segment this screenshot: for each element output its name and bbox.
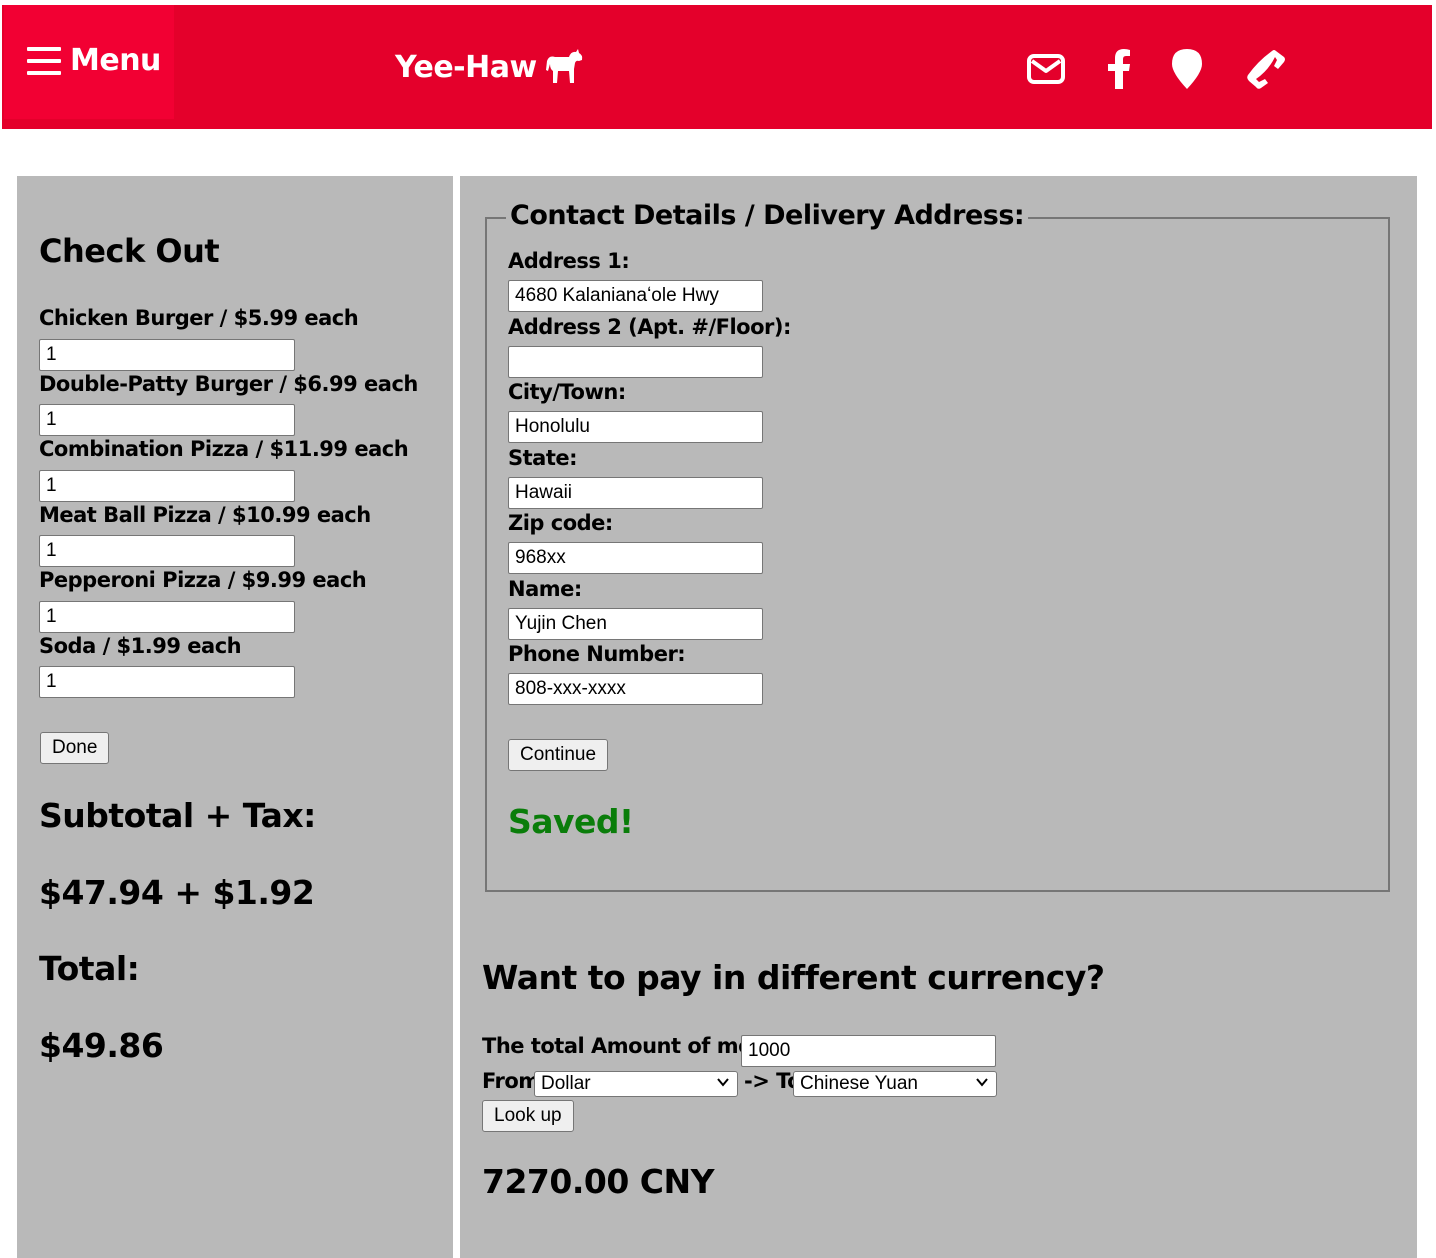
contact-fieldset: Contact Details / Delivery Address: Addr…	[485, 200, 1390, 892]
item-label: Chicken Burger / $5.99 each	[39, 306, 359, 330]
amount-field[interactable]	[741, 1035, 996, 1067]
chevron-down-icon	[717, 1078, 729, 1087]
currency-title: Want to pay in different currency?	[482, 958, 1105, 997]
subtotal-heading: Subtotal + Tax:	[39, 796, 316, 835]
phone-label: Phone Number:	[508, 642, 686, 666]
continue-button[interactable]: Continue	[508, 739, 609, 771]
from-currency-value: Dollar	[541, 1073, 591, 1094]
total-heading: Total:	[39, 949, 140, 988]
address1-label: Address 1:	[508, 249, 630, 273]
item-label: Double-Patty Burger / $6.99 each	[39, 372, 418, 396]
address1-field[interactable]	[508, 280, 763, 312]
conversion-result: 7270.00 CNY	[482, 1162, 715, 1201]
contact-panel: Contact Details / Delivery Address: Addr…	[460, 176, 1417, 1258]
checkout-title: Check Out	[39, 232, 220, 270]
top-nav-bar: Menu Yee-Haw	[2, 5, 1432, 129]
from-currency-select[interactable]: Dollar	[534, 1071, 738, 1097]
envelope-icon[interactable]	[1023, 47, 1069, 91]
facebook-icon[interactable]	[1102, 47, 1136, 91]
quantity-input[interactable]	[39, 339, 295, 371]
checkout-panel: Check Out Chicken Burger / $5.99 each Do…	[17, 176, 453, 1258]
phone-icon[interactable]	[1244, 47, 1288, 91]
quantity-input[interactable]	[39, 535, 295, 567]
address2-field[interactable]	[508, 346, 763, 378]
menu-button[interactable]: Menu	[4, 5, 174, 119]
zip-label: Zip code:	[508, 511, 613, 535]
done-button[interactable]: Done	[40, 732, 110, 764]
state-field[interactable]	[508, 477, 763, 509]
brand-name: Yee-Haw	[395, 49, 537, 85]
zip-field[interactable]	[508, 542, 763, 574]
menu-label: Menu	[70, 43, 161, 78]
to-currency-select[interactable]: Chinese Yuan	[793, 1071, 997, 1097]
item-label: Pepperoni Pizza / $9.99 each	[39, 568, 367, 592]
subtotal-value: $47.94 + $1.92	[39, 873, 315, 912]
quantity-input[interactable]	[39, 666, 295, 698]
chevron-down-icon	[976, 1078, 988, 1087]
quantity-input[interactable]	[39, 470, 295, 502]
state-label: State:	[508, 446, 578, 470]
item-label: Combination Pizza / $11.99 each	[39, 437, 409, 461]
address2-label: Address 2 (Apt. #/Floor):	[508, 315, 791, 339]
city-field[interactable]	[508, 411, 763, 443]
horse-icon	[545, 49, 582, 83]
item-label: Meat Ball Pizza / $10.99 each	[39, 503, 371, 527]
hamburger-icon	[27, 47, 61, 77]
city-label: City/Town:	[508, 380, 626, 404]
name-field[interactable]	[508, 608, 763, 640]
contact-legend: Contact Details / Delivery Address:	[506, 200, 1029, 231]
saved-status: Saved!	[508, 802, 634, 841]
total-value: $49.86	[39, 1026, 164, 1065]
name-label: Name:	[508, 577, 582, 601]
map-marker-icon[interactable]	[1170, 47, 1204, 91]
to-currency-value: Chinese Yuan	[800, 1073, 918, 1094]
phone-field[interactable]	[508, 673, 763, 705]
from-label: From	[482, 1069, 540, 1093]
quantity-input[interactable]	[39, 404, 295, 436]
look-up-button[interactable]: Look up	[482, 1100, 574, 1132]
quantity-input[interactable]	[39, 601, 295, 633]
item-label: Soda / $1.99 each	[39, 634, 242, 658]
brand-logo[interactable]: Yee-Haw	[395, 49, 583, 85]
